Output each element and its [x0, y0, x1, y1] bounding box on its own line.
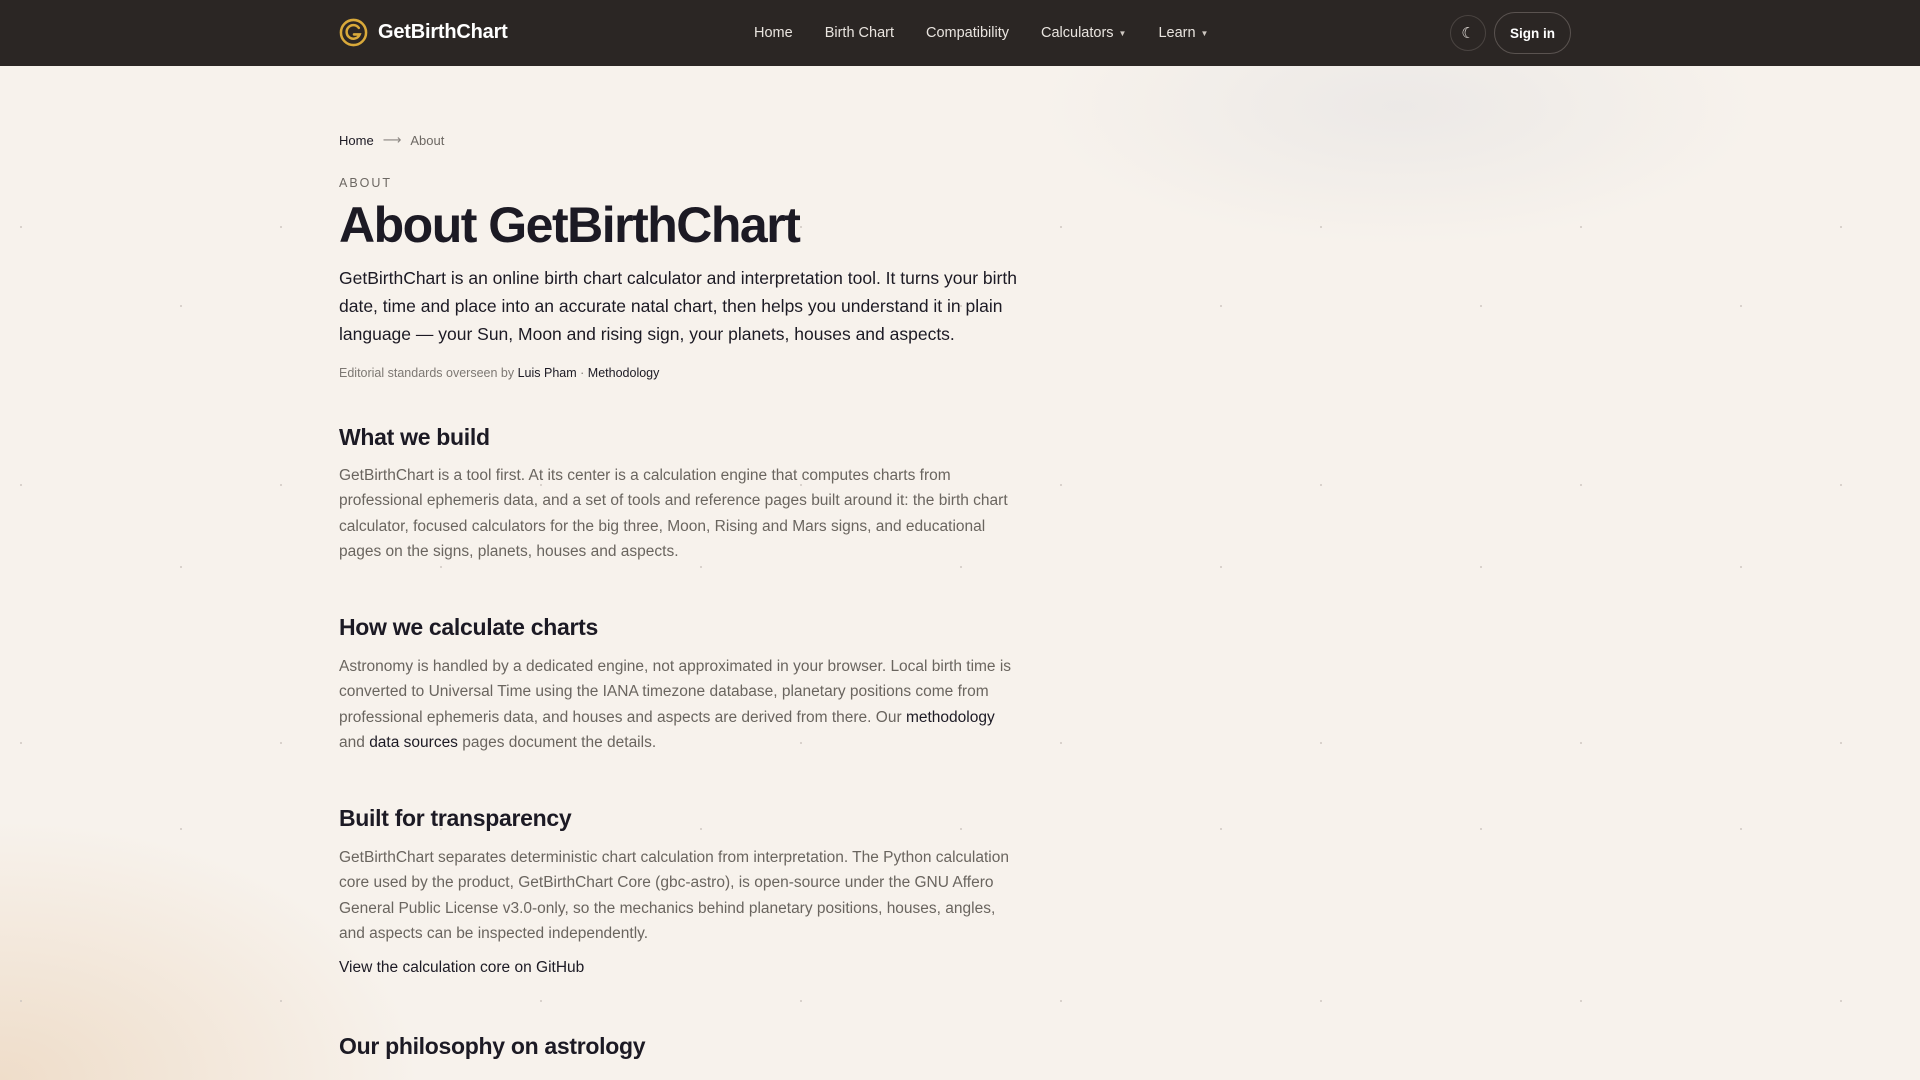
star-dot [1220, 566, 1222, 568]
star-dot [1740, 305, 1742, 307]
star-dot [960, 566, 962, 568]
breadcrumb-home-link[interactable]: Home [339, 133, 374, 148]
star-dot [1060, 742, 1062, 744]
nav-dropdown-calculators[interactable]: Calculators ▼ [1041, 25, 1126, 41]
moon-icon: ☾ [1461, 25, 1475, 42]
star-dot [1580, 742, 1582, 744]
star-dot [1840, 226, 1842, 228]
star-dot [1320, 1000, 1322, 1002]
star-dot [1580, 1000, 1582, 1002]
page-eyebrow: ABOUT [339, 176, 393, 190]
nav-link-compatibility[interactable]: Compatibility [926, 25, 1009, 41]
data-sources-link[interactable]: data sources [369, 734, 458, 751]
nav-link-birth-chart[interactable]: Birth Chart [825, 25, 894, 41]
star-dot [1060, 484, 1062, 486]
star-dot [20, 484, 22, 486]
star-dot [180, 828, 182, 830]
arrow-right-icon: ⟶ [382, 132, 402, 147]
star-dot [1220, 828, 1222, 830]
nav-dropdown-learn-label: Learn [1158, 25, 1196, 41]
star-dot [1480, 828, 1482, 830]
star-dot [20, 1000, 22, 1002]
author-link[interactable]: Luis Pham [518, 366, 577, 380]
section-heading-transparency: Built for transparency [339, 805, 572, 831]
github-core-link[interactable]: View the calculation core on GitHub [339, 959, 584, 977]
theme-toggle-button[interactable]: ☾ [1450, 15, 1486, 51]
star-dot [540, 1000, 542, 1002]
star-dot [1220, 305, 1222, 307]
caret-down-icon: ▼ [1200, 28, 1209, 38]
star-dot [1840, 484, 1842, 486]
star-dot [800, 226, 802, 228]
brand-link[interactable]: GetBirthChart [339, 18, 508, 47]
star-dot [1740, 828, 1742, 830]
star-dot [20, 742, 22, 744]
star-dot [1320, 742, 1322, 744]
star-dot [1320, 226, 1322, 228]
section-body-how-we-calculate: Astronomy is handled by a dedicated engi… [339, 654, 1015, 755]
lead-paragraph: GetBirthChart is an online birth chart c… [339, 268, 1017, 344]
star-dot [1840, 742, 1842, 744]
methodology-inline-link[interactable]: methodology [906, 709, 995, 726]
star-dot [800, 1000, 802, 1002]
section-body-what-we-build: GetBirthChart is a tool first. At its ce… [339, 467, 1008, 560]
nav-dropdown-learn[interactable]: Learn ▼ [1158, 25, 1208, 41]
body-text: pages document the details. [462, 733, 657, 751]
star-dot [20, 226, 22, 228]
brand-name: GetBirthChart [378, 21, 508, 43]
byline-prefix: Editorial standards overseen by [339, 366, 515, 380]
star-dot [280, 484, 282, 486]
star-dot [1480, 566, 1482, 568]
star-dot [1480, 305, 1482, 307]
breadcrumb: Home ⟶ About [339, 132, 444, 148]
nav-link-home[interactable]: Home [754, 25, 793, 41]
star-dot [440, 566, 442, 568]
caret-down-icon: ▼ [1118, 28, 1127, 38]
star-dot [700, 566, 702, 568]
star-dot [280, 226, 282, 228]
star-dot [280, 742, 282, 744]
breadcrumb-current: About [410, 132, 445, 148]
star-dot [1580, 484, 1582, 486]
star-dot [1060, 226, 1062, 228]
editorial-byline: Editorial standards overseen by Luis Pha… [339, 366, 659, 380]
body-text: and [339, 733, 365, 751]
star-dot [280, 1000, 282, 1002]
section-body-transparency: GetBirthChart separates deterministic ch… [339, 849, 1009, 942]
section-heading-what-we-build: What we build [339, 424, 490, 450]
section-heading-philosophy: Our philosophy on astrology [339, 1033, 646, 1059]
star-dot [960, 828, 962, 830]
star-dot [1060, 1000, 1062, 1002]
star-dot [1580, 226, 1582, 228]
page-title: About GetBirthChart [339, 197, 801, 253]
brand-logo-icon [339, 18, 368, 47]
star-dot [180, 305, 182, 307]
star-dot [1320, 484, 1322, 486]
star-dot [1840, 1000, 1842, 1002]
section-heading-how-we-calculate: How we calculate charts [339, 614, 598, 640]
main-nav: Home Birth Chart Compatibility Calculato… [754, 0, 1240, 66]
sign-in-button[interactable]: Sign in [1494, 12, 1571, 54]
star-dot [1740, 566, 1742, 568]
methodology-link[interactable]: Methodology [588, 366, 660, 380]
star-dot [180, 566, 182, 568]
nav-dropdown-calculators-label: Calculators [1041, 25, 1114, 41]
top-navbar: GetBirthChart Home Birth Chart Compatibi… [0, 0, 1920, 66]
star-dot [700, 828, 702, 830]
byline-separator: · [580, 366, 585, 380]
